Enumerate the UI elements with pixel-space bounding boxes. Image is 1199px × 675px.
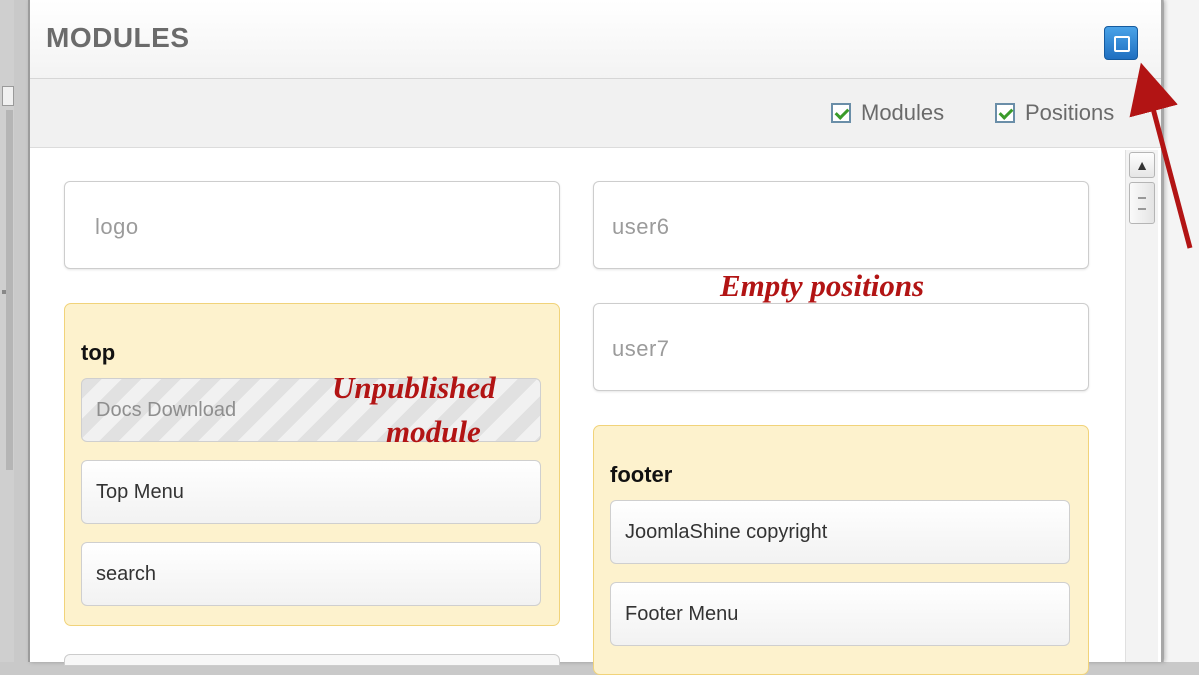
annotation-unpublished-line1: Unpublished <box>332 370 496 405</box>
maximize-square-icon[interactable] <box>1104 26 1138 60</box>
position-name: top <box>81 340 116 365</box>
scroll-thumb[interactable] <box>1129 182 1155 224</box>
position-name: footer <box>610 462 673 487</box>
left-sidebar-edge <box>0 0 14 662</box>
next-position-edge <box>64 654 560 666</box>
position-top[interactable]: top Docs Download Top Menu search <box>64 303 560 626</box>
checkbox-checked-icon[interactable] <box>831 103 851 123</box>
module-item[interactable]: Top Menu <box>81 460 541 524</box>
position-name: logo <box>95 214 139 239</box>
positions-checkbox[interactable]: Positions <box>995 100 1115 125</box>
collapse-handle[interactable] <box>2 86 14 106</box>
position-user7[interactable]: user7 <box>593 303 1089 391</box>
module-item[interactable]: Footer Menu <box>610 582 1070 646</box>
position-logo[interactable]: logo <box>64 181 560 269</box>
filter-toolbar: Modules Positions <box>30 79 1161 148</box>
position-footer[interactable]: footer JoomlaShine copyright Footer Menu <box>593 425 1089 675</box>
module-item[interactable]: search <box>81 542 541 606</box>
position-name: user7 <box>612 336 670 361</box>
module-title: Top Menu <box>96 481 184 503</box>
right-edge <box>1163 0 1199 662</box>
annotation-unpublished-line2: module <box>386 414 481 449</box>
annotation-empty-positions: Empty positions <box>720 268 925 303</box>
module-title: Docs Download <box>96 399 237 421</box>
checkbox-checked-icon[interactable] <box>995 103 1015 123</box>
module-title: JoomlaShine copyright <box>625 521 828 543</box>
panel-header: MODULES <box>30 0 1161 79</box>
resize-grip-icon <box>2 290 6 294</box>
position-user6[interactable]: user6 <box>593 181 1089 269</box>
left-scrollbar[interactable] <box>6 110 13 470</box>
modules-checkbox-label: Modules <box>861 100 945 125</box>
panel-title: MODULES <box>46 22 190 53</box>
module-title: search <box>96 563 157 585</box>
vertical-scrollbar[interactable]: ▲ <box>1125 150 1158 662</box>
module-title: Footer Menu <box>625 603 739 625</box>
positions-checkbox-label: Positions <box>1025 100 1115 125</box>
module-item[interactable]: JoomlaShine copyright <box>610 500 1070 564</box>
position-name: user6 <box>612 214 670 239</box>
chevron-up-icon[interactable]: ▲ <box>1129 152 1155 178</box>
modules-checkbox[interactable]: Modules <box>831 100 945 125</box>
